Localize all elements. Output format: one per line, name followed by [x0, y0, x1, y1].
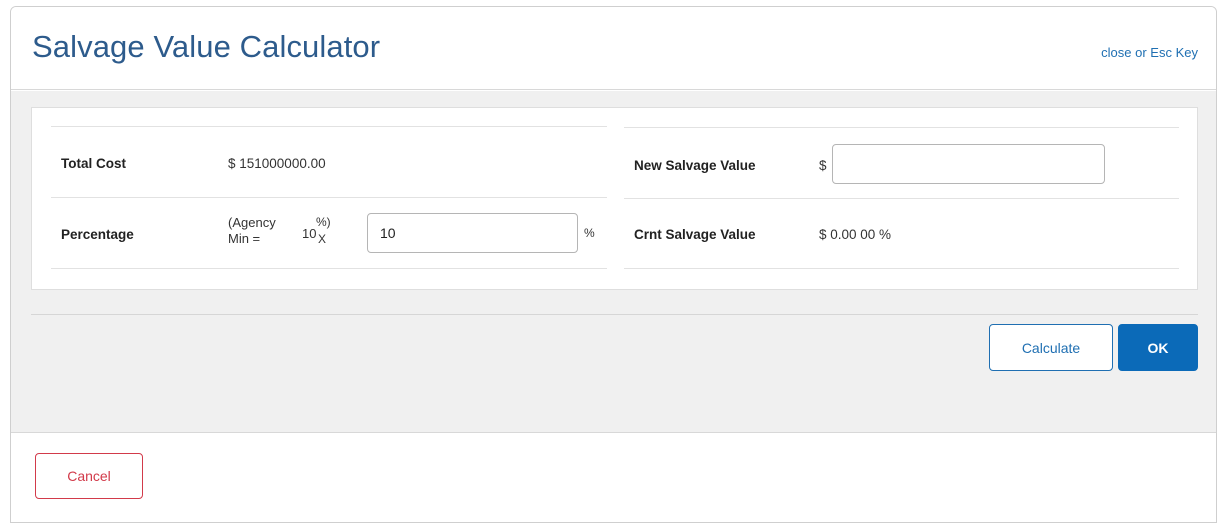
total-cost-label: Total Cost	[61, 156, 126, 171]
dialog-title: Salvage Value Calculator	[32, 29, 381, 64]
divider	[624, 127, 1179, 128]
crnt-salvage-label: Crnt Salvage Value	[634, 227, 756, 242]
dialog-header: Salvage Value Calculator close or Esc Ke…	[11, 7, 1216, 90]
new-salvage-input[interactable]	[832, 144, 1105, 184]
agency-min-note-2: Min =	[228, 231, 261, 246]
section-divider	[31, 314, 1198, 315]
divider	[624, 268, 1179, 269]
divider	[51, 197, 607, 198]
divider	[51, 268, 607, 269]
percentage-input[interactable]	[367, 213, 578, 253]
agency-min-sup: %)	[316, 215, 331, 229]
agency-min-sub: X	[318, 232, 327, 246]
percentage-unit: %	[584, 226, 595, 240]
dialog-body: Total Cost $ 151000000.00 Percentage (Ag…	[11, 91, 1216, 433]
agency-min-note: (Agency	[228, 215, 276, 230]
cancel-button[interactable]: Cancel	[35, 453, 143, 499]
ok-button[interactable]: OK	[1118, 324, 1198, 371]
calculate-button[interactable]: Calculate	[989, 324, 1113, 371]
new-salvage-label: New Salvage Value	[634, 158, 756, 173]
crnt-salvage-value: $ 0.00 00 %	[819, 227, 892, 242]
divider	[51, 126, 607, 127]
total-cost-value: $ 151000000.00	[228, 156, 326, 171]
close-link[interactable]: close or Esc Key	[1101, 45, 1198, 60]
percentage-label: Percentage	[61, 227, 134, 242]
dollar-prefix: $	[819, 158, 827, 173]
salvage-calculator-dialog: Salvage Value Calculator close or Esc Ke…	[10, 6, 1217, 523]
divider	[624, 198, 1179, 199]
agency-min-value: 10	[302, 226, 317, 241]
form-panel: Total Cost $ 151000000.00 Percentage (Ag…	[31, 107, 1198, 290]
